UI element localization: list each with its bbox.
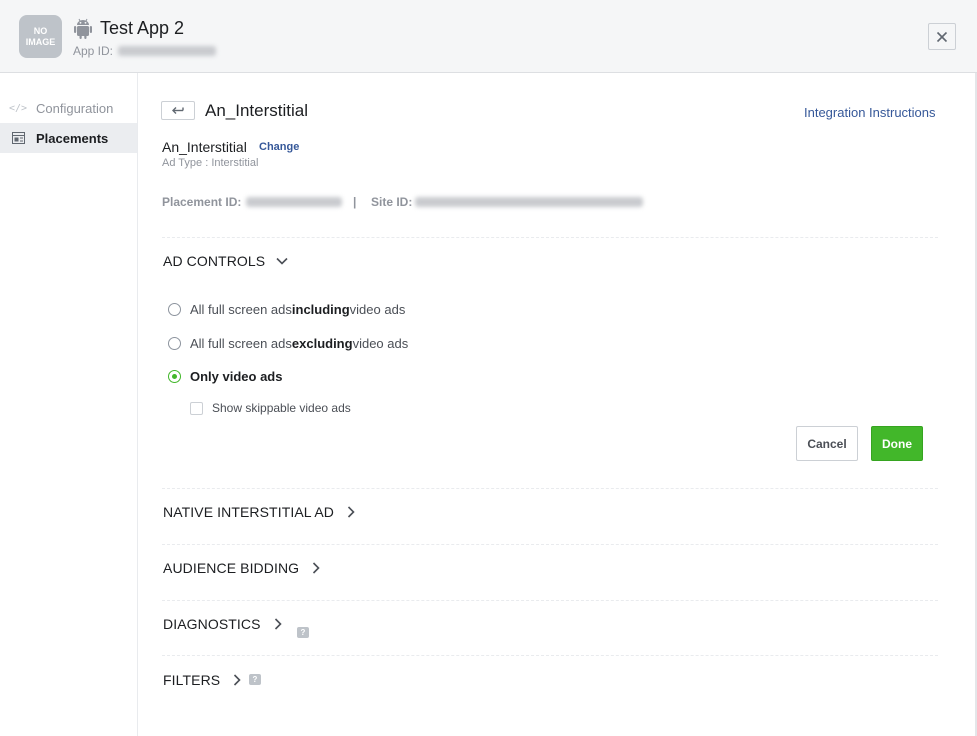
section-title: NATIVE INTERSTITIAL AD	[163, 504, 335, 520]
placement-name: An_Interstitial	[162, 139, 247, 155]
back-button[interactable]	[161, 101, 195, 120]
radio-label-bold: excluding	[291, 336, 353, 351]
radio-option-excluding-video[interactable]: All full screen ads excluding video ads	[168, 336, 408, 351]
sidebar-item-label: Placements	[36, 130, 109, 146]
app-image-placeholder: NO IMAGE	[19, 15, 62, 58]
section-title: FILTERS	[163, 672, 221, 688]
section-title: AD CONTROLS	[163, 253, 266, 269]
radio-button[interactable]	[168, 303, 181, 316]
app-id-value-redacted	[118, 46, 216, 56]
section-divider	[162, 655, 938, 656]
radio-button[interactable]	[168, 337, 181, 350]
app-thumb-line1: NO	[33, 25, 48, 36]
site-id-label: Site ID:	[371, 195, 413, 209]
app-id-label: App ID:	[73, 44, 114, 58]
chevron-right-icon	[313, 562, 320, 574]
chevron-right-icon	[234, 674, 241, 686]
filters-header[interactable]: FILTERS	[163, 672, 244, 688]
close-icon	[936, 31, 948, 42]
done-button[interactable]: Done	[871, 426, 923, 461]
radio-label-bold: including	[291, 302, 350, 317]
chevron-down-icon	[276, 257, 288, 265]
section-divider	[162, 544, 938, 545]
radio-label-post: video ads	[352, 336, 409, 351]
radio-option-only-video[interactable]: Only video ads	[168, 369, 282, 384]
radio-button-selected[interactable]	[168, 370, 181, 383]
help-icon[interactable]: ?	[249, 674, 261, 685]
app-title: Test App 2	[100, 18, 185, 38]
change-link[interactable]: Change	[259, 141, 299, 153]
diagnostics-header[interactable]: DIAGNOSTICS	[163, 616, 285, 632]
site-id-value-redacted	[415, 197, 643, 207]
checkbox-label: Show skippable video ads	[212, 401, 351, 415]
sidebar-item-placements[interactable]: Placements	[0, 123, 137, 153]
placement-id-label: Placement ID:	[162, 195, 242, 209]
sidebar-item-label: Configuration	[36, 100, 114, 116]
section-divider	[162, 237, 938, 238]
section-title: DIAGNOSTICS	[163, 616, 261, 632]
app-thumb-line2: IMAGE	[25, 36, 56, 47]
placement-id-value-redacted	[246, 197, 342, 207]
radio-label: Only video ads	[190, 369, 283, 384]
radio-label-pre: All full screen ads	[190, 336, 292, 351]
skippable-video-option[interactable]: Show skippable video ads	[190, 401, 351, 415]
sidebar: </> Configuration Placements	[0, 73, 138, 736]
integration-instructions-link[interactable]: Integration Instructions	[804, 105, 936, 120]
section-divider	[162, 600, 938, 601]
cancel-button[interactable]: Cancel	[796, 426, 858, 461]
close-button[interactable]	[928, 23, 956, 50]
ad-type-label: Ad Type : Interstitial	[162, 157, 259, 169]
radio-option-including-video[interactable]: All full screen ads including video ads	[168, 302, 405, 317]
help-icon[interactable]: ?	[297, 627, 309, 638]
section-divider	[162, 488, 938, 489]
native-interstitial-ad-header[interactable]: NATIVE INTERSTITIAL AD	[163, 504, 358, 520]
section-title: AUDIENCE BIDDING	[163, 560, 300, 576]
ad-controls-header[interactable]: AD CONTROLS	[163, 253, 289, 269]
placements-icon	[0, 132, 36, 144]
skippable-video-checkbox[interactable]	[190, 401, 203, 415]
sidebar-item-configuration[interactable]: </> Configuration	[0, 93, 137, 123]
chevron-right-icon	[347, 506, 355, 518]
app-header: NO IMAGE Test App 2 App ID:	[0, 0, 977, 73]
id-separator: |	[353, 195, 357, 209]
radio-label-pre: All full screen ads	[190, 302, 292, 317]
back-arrow-icon	[172, 107, 184, 114]
android-icon	[72, 18, 94, 40]
page-title: An_Interstitial	[205, 101, 308, 120]
code-icon: </>	[8, 102, 28, 114]
radio-label-post: video ads	[349, 302, 406, 317]
audience-bidding-header[interactable]: AUDIENCE BIDDING	[163, 560, 323, 576]
chevron-right-icon	[274, 618, 282, 630]
